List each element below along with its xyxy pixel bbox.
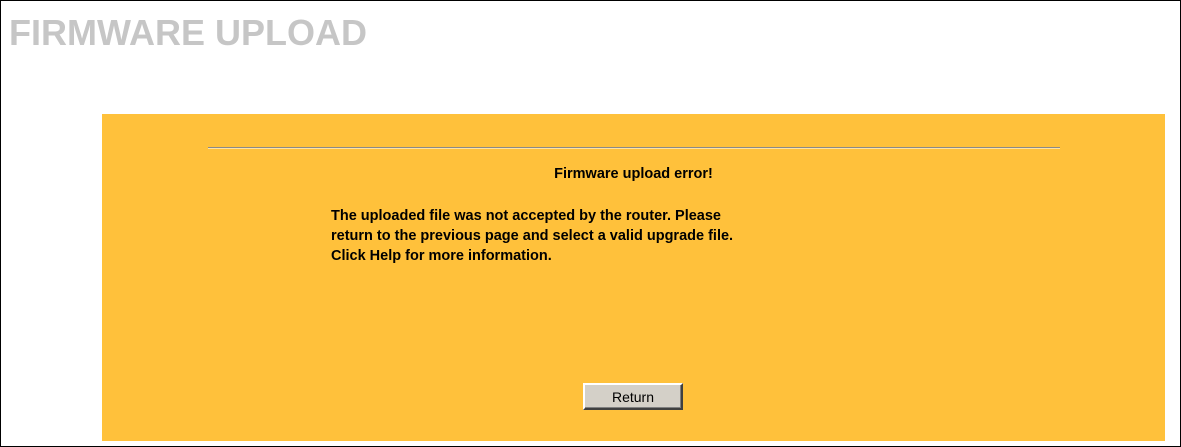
page-frame: FIRMWARE UPLOAD Firmware upload error! T… [0, 0, 1181, 447]
return-button[interactable]: Return [583, 383, 683, 410]
error-message-line: The uploaded file was not accepted by th… [331, 208, 721, 224]
page-title: FIRMWARE UPLOAD [9, 12, 367, 53]
error-panel: Firmware upload error! The uploaded file… [102, 114, 1165, 441]
divider [208, 147, 1060, 149]
error-message: The uploaded file was not accepted by th… [331, 206, 971, 266]
error-heading: Firmware upload error! [554, 166, 713, 182]
error-message-line: Click Help for more information. [331, 248, 552, 264]
error-message-line: return to the previous page and select a… [331, 228, 734, 244]
